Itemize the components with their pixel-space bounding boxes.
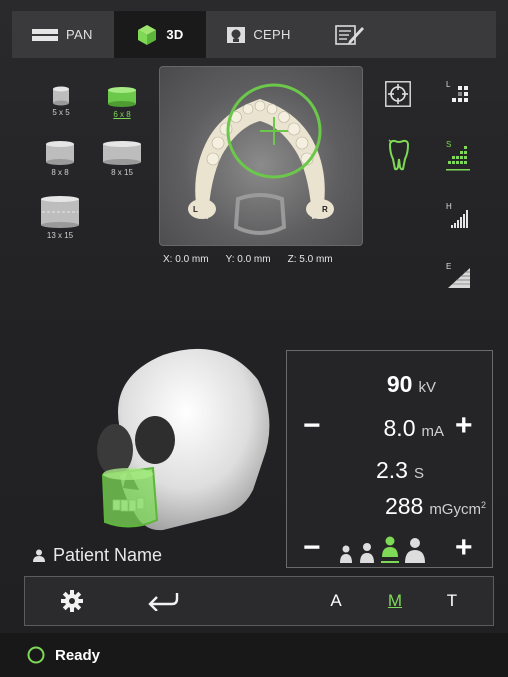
fov-label: 6 x 8	[113, 110, 131, 119]
patient-size-selector	[339, 535, 425, 563]
fov-cylinder-icon	[108, 87, 136, 107]
fov-label: 13 x 15	[46, 231, 74, 240]
fov-label: 8 x 15	[111, 168, 133, 177]
fov-8x8[interactable]: 8 x 8	[42, 140, 78, 177]
resolution-h[interactable]: H	[444, 202, 474, 237]
resolution-s[interactable]: S	[444, 140, 474, 179]
status-bar: Ready	[0, 633, 508, 677]
patient-size-increase-button[interactable]: +	[455, 533, 473, 563]
tooth-select-button[interactable]	[386, 137, 412, 176]
tab-ceph-label: CEPH	[253, 27, 291, 42]
tab-pan[interactable]: PAN	[12, 11, 114, 58]
return-button[interactable]	[143, 577, 183, 625]
mode-m-button[interactable]: M	[382, 577, 408, 625]
coord-y: Y: 0.0 mm	[225, 254, 271, 265]
bottom-toolbar: A M T	[24, 576, 494, 626]
coord-z: Z: 5.0 mm	[287, 254, 333, 265]
resolution-s-label: S	[446, 140, 452, 149]
ma-row: 8.0 mA	[384, 415, 444, 442]
gear-icon	[61, 590, 83, 612]
fov-13x15[interactable]: 13 x 15	[38, 195, 82, 240]
center-target-button[interactable]	[385, 81, 411, 112]
exposure-parameters-panel: 90 kV − 8.0 mA + 2.3 S 288 mGycm2 − +	[286, 350, 493, 568]
plus-icon: +	[455, 531, 473, 564]
time-unit: S	[413, 465, 424, 482]
dose-unit-text: mGycm	[429, 501, 481, 518]
fov-cylinder-icon	[41, 196, 79, 228]
crosshair-icon	[385, 81, 411, 107]
resolution-e[interactable]: E	[444, 262, 474, 297]
status-text: Ready	[55, 646, 101, 664]
mode-t-button[interactable]: T	[439, 577, 465, 625]
fov-cylinder-icon	[46, 141, 74, 165]
scout-xray-view[interactable]: L R	[159, 66, 363, 246]
ma-value: 8.0	[383, 415, 416, 441]
return-arrow-icon	[148, 593, 179, 611]
fov-label: 8 x 8	[51, 168, 69, 177]
ma-decrease-button[interactable]: −	[303, 411, 321, 441]
minus-icon: −	[303, 409, 321, 442]
settings-button[interactable]	[55, 577, 89, 625]
cube-icon	[138, 24, 157, 45]
minus-icon: −	[303, 531, 321, 564]
tab-3d-label: 3D	[166, 27, 184, 42]
dose-unit-sup: 2	[480, 500, 486, 510]
patient-child-icon[interactable]	[339, 543, 353, 563]
mode-a-button[interactable]: A	[323, 577, 349, 625]
time-value: 2.3	[376, 457, 408, 483]
pan-icon	[32, 28, 58, 41]
ma-unit: mA	[421, 423, 445, 440]
app-root: PAN 3D CEPH 5 x 5 6 x 8 8 x 8 8 x 15 13 …	[0, 0, 508, 677]
ceph-icon	[227, 26, 246, 43]
dose-value: 288	[384, 493, 424, 519]
xray-right-marker: R	[322, 205, 328, 214]
fov-6x8[interactable]: 6 x 8	[104, 86, 140, 119]
fov-cylinder-icon	[103, 141, 141, 165]
skull-illustration	[97, 348, 270, 531]
patient-small-icon[interactable]	[359, 541, 375, 563]
jaw-image	[188, 83, 334, 235]
dose-row: 288 mGycm2	[385, 493, 486, 520]
report-edit-icon	[335, 24, 364, 45]
coord-x: X: 0.0 mm	[163, 254, 209, 265]
resolution-e-label: E	[446, 262, 452, 271]
patient-name: Patient Name	[53, 545, 163, 565]
fov-label: 5 x 5	[52, 108, 70, 117]
tab-pan-label: PAN	[66, 27, 93, 42]
resolution-h-label: H	[446, 202, 452, 211]
resolution-l-label: L	[446, 80, 451, 89]
mode-tabs: PAN 3D CEPH	[12, 11, 496, 58]
tab-3d[interactable]: 3D	[114, 11, 206, 58]
plus-icon: +	[455, 409, 473, 442]
dose-unit: mGycm2	[429, 500, 486, 518]
tab-report[interactable]	[312, 11, 388, 58]
ma-increase-button[interactable]: +	[455, 411, 473, 441]
person-icon	[33, 549, 45, 562]
patient-info[interactable]: Patient Name	[33, 545, 162, 566]
kv-value: 90	[386, 371, 413, 397]
time-row: 2.3 S	[376, 457, 424, 484]
patient-large-icon[interactable]	[405, 537, 425, 563]
status-ready-icon	[27, 646, 45, 664]
fov-cylinder-icon	[53, 86, 69, 106]
coordinate-readout: X: 0.0 mm Y: 0.0 mm Z: 5.0 mm	[163, 254, 333, 265]
fov-8x15[interactable]: 8 x 15	[100, 140, 144, 177]
tab-ceph[interactable]: CEPH	[206, 11, 312, 58]
kv-row: 90 kV	[387, 371, 436, 398]
tooth-icon	[388, 139, 410, 171]
resolution-l[interactable]: L	[444, 80, 474, 115]
kv-unit: kV	[418, 379, 436, 396]
patient-size-decrease-button[interactable]: −	[303, 533, 321, 563]
patient-medium-icon[interactable]	[381, 535, 399, 563]
xray-left-marker: L	[193, 205, 198, 214]
fov-5x5[interactable]: 5 x 5	[47, 86, 75, 117]
